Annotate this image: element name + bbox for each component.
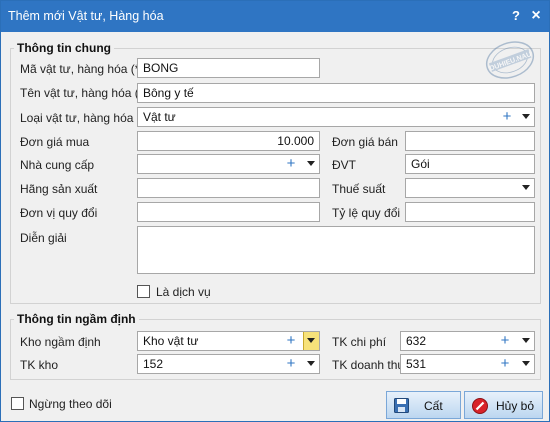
warehouse-account-value: 152 bbox=[143, 357, 164, 371]
unit-input[interactable]: Gói bbox=[405, 154, 535, 174]
manufacturer-label: Hãng sản xuất bbox=[20, 182, 98, 196]
default-warehouse-combo[interactable]: Kho vật tư + bbox=[137, 331, 320, 351]
chevron-down-icon bbox=[522, 338, 530, 343]
window-title: Thêm mới Vật tư, Hàng hóa bbox=[8, 9, 164, 23]
is-service-checkbox[interactable] bbox=[137, 285, 150, 298]
buy-price-input[interactable]: 10.000 bbox=[137, 131, 320, 151]
tax-rate-combo[interactable] bbox=[405, 178, 535, 198]
stop-tracking-label: Ngừng theo dõi bbox=[29, 397, 112, 411]
warehouse-account-dropdown-button[interactable] bbox=[303, 355, 319, 373]
stop-tracking-checkbox[interactable] bbox=[11, 397, 24, 410]
chevron-down-icon bbox=[522, 114, 530, 119]
is-service-label: Là dịch vụ bbox=[156, 285, 211, 299]
supplier-label: Nhà cung cấp bbox=[20, 158, 95, 172]
cancel-button[interactable]: Hủy bỏ bbox=[464, 391, 543, 419]
floppy-disk-icon bbox=[394, 398, 409, 413]
description-label: Diễn giải bbox=[20, 231, 67, 245]
chevron-down-icon bbox=[522, 185, 530, 190]
expense-account-label: TK chi phí bbox=[332, 335, 387, 349]
type-value: Vật tư bbox=[143, 110, 176, 124]
warehouse-account-combo[interactable]: 152 + bbox=[137, 354, 320, 374]
description-textarea[interactable] bbox=[137, 226, 535, 274]
expense-account-dropdown-button[interactable] bbox=[518, 332, 534, 350]
revenue-account-combo[interactable]: 531 + bbox=[400, 354, 535, 374]
add-revenue-account-plus-icon[interactable]: + bbox=[498, 355, 512, 373]
type-dropdown-button[interactable] bbox=[518, 108, 534, 126]
conv-ratio-input[interactable] bbox=[405, 202, 535, 222]
code-input[interactable]: BONG bbox=[137, 58, 320, 78]
type-combo[interactable]: Vật tư + bbox=[137, 107, 535, 127]
help-button[interactable]: ? bbox=[507, 7, 525, 25]
close-button[interactable]: × bbox=[527, 7, 545, 25]
conv-ratio-label: Tỷ lệ quy đổi bbox=[332, 206, 401, 220]
chevron-down-icon bbox=[307, 361, 315, 366]
expense-account-combo[interactable]: 632 + bbox=[400, 331, 535, 351]
expense-account-value: 632 bbox=[406, 334, 427, 348]
warehouse-account-label: TK kho bbox=[20, 358, 59, 372]
default-warehouse-label: Kho ngầm định bbox=[20, 335, 101, 349]
cancel-button-label: Hủy bỏ bbox=[496, 399, 535, 413]
name-label: Tên vật tư, hàng hóa (*) bbox=[20, 86, 148, 100]
title-bar[interactable]: Thêm mới Vật tư, Hàng hóa ? × bbox=[1, 1, 549, 32]
buy-price-label: Đơn giá mua bbox=[20, 135, 90, 149]
default-warehouse-dropdown-button[interactable] bbox=[303, 332, 319, 350]
general-info-legend: Thông tin chung bbox=[14, 41, 114, 55]
add-warehouse-plus-icon[interactable]: + bbox=[284, 332, 298, 350]
stamp-logo-icon: DUHIEU.NAU bbox=[485, 41, 535, 79]
save-button-label: Cất bbox=[424, 399, 443, 413]
default-info-legend: Thông tin ngầm định bbox=[14, 312, 139, 326]
add-warehouse-account-plus-icon[interactable]: + bbox=[284, 355, 298, 373]
add-expense-account-plus-icon[interactable]: + bbox=[498, 332, 512, 350]
add-supplier-plus-icon[interactable]: + bbox=[284, 155, 298, 173]
chevron-down-icon bbox=[307, 338, 315, 343]
unit-label: ĐVT bbox=[332, 158, 356, 172]
chevron-down-icon bbox=[522, 361, 530, 366]
chevron-down-icon bbox=[307, 161, 315, 166]
conv-unit-label: Đơn vị quy đổi bbox=[20, 206, 98, 220]
dialog-window: Thêm mới Vật tư, Hàng hóa ? × Thông tin … bbox=[0, 0, 550, 422]
conv-unit-input[interactable] bbox=[137, 202, 320, 222]
add-type-plus-icon[interactable]: + bbox=[500, 108, 514, 126]
sell-price-label: Đơn giá bán bbox=[332, 135, 398, 149]
type-label: Loại vật tư, hàng hóa (*) bbox=[20, 111, 150, 125]
tax-rate-dropdown-button[interactable] bbox=[518, 179, 534, 197]
revenue-account-label: TK doanh thu bbox=[332, 358, 405, 372]
code-label: Mã vật tư, hàng hóa (*) bbox=[20, 62, 144, 76]
cancel-icon bbox=[472, 398, 488, 414]
revenue-account-dropdown-button[interactable] bbox=[518, 355, 534, 373]
revenue-account-value: 531 bbox=[406, 357, 427, 371]
save-button[interactable]: Cất bbox=[386, 391, 461, 419]
sell-price-input[interactable] bbox=[405, 131, 535, 151]
manufacturer-input[interactable] bbox=[137, 178, 320, 198]
name-input[interactable]: Bông y tế bbox=[137, 83, 535, 103]
tax-rate-label: Thuế suất bbox=[332, 182, 386, 196]
supplier-combo[interactable]: + bbox=[137, 154, 320, 174]
supplier-dropdown-button[interactable] bbox=[303, 155, 319, 173]
default-warehouse-value: Kho vật tư bbox=[143, 334, 199, 348]
